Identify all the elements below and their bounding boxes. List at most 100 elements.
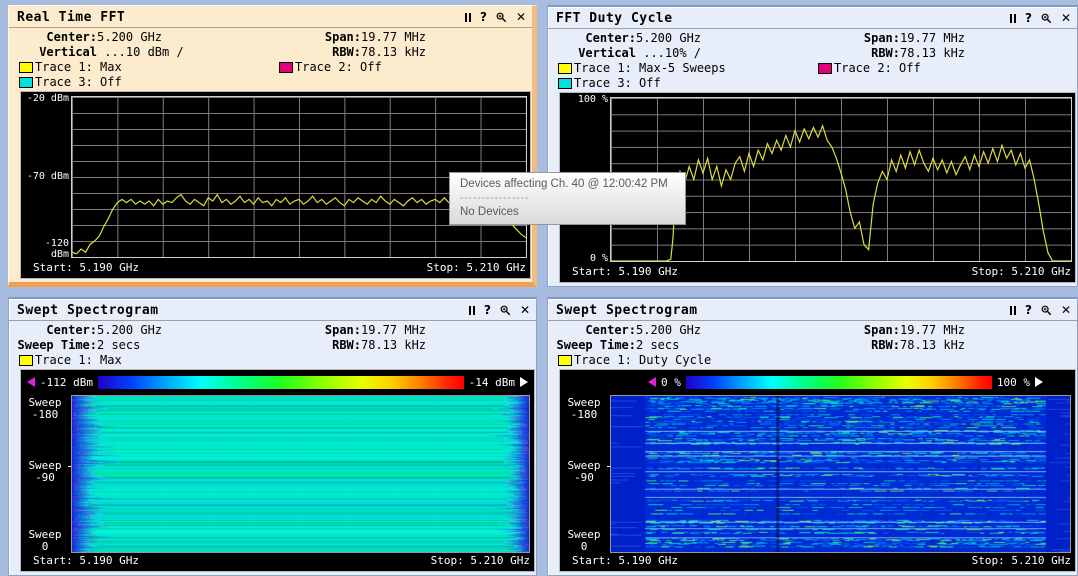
scale-min-label: 0 % — [661, 376, 681, 389]
x-axis-start-label: Start: 5.190 GHz — [33, 261, 139, 274]
panel-settings: Center:5.200 GHz Span:19.77 MHz Sweep Ti… — [548, 322, 1077, 368]
scale-min-arrow-icon[interactable] — [648, 377, 656, 387]
rbw-value: 78.13 kHz — [361, 338, 426, 353]
color-gradient — [98, 376, 464, 389]
vertical-value: ...10 dBm / — [97, 45, 184, 60]
panel-controls: ? ✕ — [465, 12, 526, 23]
span-label: Span: — [818, 323, 900, 338]
trace1-swatch[interactable] — [19, 355, 33, 366]
scale-max-arrow-icon[interactable] — [520, 377, 528, 387]
rbw-label: RBW: — [818, 338, 900, 353]
title-separator — [548, 28, 1077, 29]
panel-real-time-fft: Real Time FFT ? ✕ Center:5.200 GHz Span:… — [8, 5, 537, 287]
sweep-mid-label: Sweep-90 — [23, 460, 67, 484]
close-icon[interactable]: ✕ — [520, 305, 530, 315]
trace2-swatch[interactable] — [818, 63, 832, 74]
trace2-label: Trace 2: Off — [834, 61, 921, 76]
trace3-swatch[interactable] — [19, 77, 33, 88]
color-scale-bar[interactable]: -112 dBm -14 dBm — [21, 373, 534, 391]
x-axis-start-label: Start: 5.190 GHz — [572, 265, 678, 278]
panel-swept-spectrogram-duty: Swept Spectrogram ? ✕ Center:5.200 GHz S… — [547, 297, 1078, 576]
panel-titlebar: FFT Duty Cycle ? ✕ — [548, 7, 1077, 26]
spectrogram-chart[interactable]: 0 % 100 % Sweep-180 Sweep-90 Sweep0 Star… — [559, 369, 1076, 572]
x-axis-stop-label: Stop: 5.210 GHz — [972, 554, 1071, 567]
sweep-bottom-label: Sweep0 — [23, 529, 67, 553]
trace2-label: Trace 2: Off — [295, 60, 382, 75]
rbw-label: RBW: — [279, 338, 361, 353]
sweep-time-value: 2 secs — [636, 338, 679, 353]
sweep-mid-label: Sweep-90 — [562, 460, 606, 484]
trace3-label: Trace 3: Off — [35, 75, 122, 90]
spectrogram-plot-area[interactable] — [610, 395, 1071, 553]
tooltip-separator: ---------------- — [460, 192, 685, 205]
vertical-label: Vertical — [548, 46, 636, 61]
x-axis-start-label: Start: 5.190 GHz — [33, 554, 139, 567]
scale-min-label: -112 dBm — [40, 376, 93, 389]
panel-title: FFT Duty Cycle — [556, 11, 673, 26]
span-value: 19.77 MHz — [361, 323, 426, 338]
rbw-value: 78.13 kHz — [900, 338, 965, 353]
panel-titlebar: Swept Spectrogram ? ✕ — [548, 299, 1077, 318]
x-axis-start-label: Start: 5.190 GHz — [572, 554, 678, 567]
trace1-label: Trace 1: Max — [35, 353, 122, 368]
spectrogram-chart[interactable]: -112 dBm -14 dBm Sweep-180 Sweep-90 Swee… — [20, 369, 535, 572]
span-value: 19.77 MHz — [900, 323, 965, 338]
scale-max-arrow-icon[interactable] — [1035, 377, 1043, 387]
x-axis-stop-label: Stop: 5.210 GHz — [972, 265, 1071, 278]
pause-icon[interactable] — [469, 306, 475, 315]
x-axis-stop-label: Stop: 5.210 GHz — [431, 554, 530, 567]
y-axis-bottom-label: 0 % — [561, 253, 608, 264]
span-value: 19.77 MHz — [900, 31, 965, 46]
rbw-label: RBW: — [818, 46, 900, 61]
pause-icon[interactable] — [1010, 306, 1016, 315]
title-separator — [548, 320, 1077, 321]
pause-icon[interactable] — [1010, 14, 1016, 23]
center-label: Center: — [548, 31, 636, 46]
sweep-bottom-label: Sweep0 — [562, 529, 606, 553]
zoom-icon[interactable] — [1041, 13, 1052, 24]
spectrogram-plot-area[interactable] — [71, 395, 530, 553]
span-label: Span: — [818, 31, 900, 46]
y-axis-top-label: -20 dBm — [22, 93, 69, 104]
help-icon[interactable]: ? — [1025, 305, 1032, 315]
panel-title: Swept Spectrogram — [17, 303, 159, 318]
color-scale-bar[interactable]: 0 % 100 % — [560, 373, 1075, 391]
tooltip-title: Devices affecting Ch. 40 @ 12:00:42 PM — [460, 177, 685, 192]
trace1-swatch[interactable] — [19, 62, 33, 73]
help-icon[interactable]: ? — [484, 305, 491, 315]
span-value: 19.77 MHz — [361, 30, 426, 45]
zoom-icon[interactable] — [496, 12, 507, 23]
zoom-icon[interactable] — [1041, 305, 1052, 316]
panel-titlebar: Real Time FFT ? ✕ — [9, 6, 532, 25]
sweep-time-label: Sweep Time: — [548, 338, 636, 353]
sweep-time-value: 2 secs — [97, 338, 140, 353]
help-icon[interactable]: ? — [480, 12, 487, 22]
panel-controls: ? ✕ — [1010, 13, 1071, 24]
close-icon[interactable]: ✕ — [1061, 13, 1071, 23]
scale-max-label: 100 % — [997, 376, 1030, 389]
sweep-top-label: Sweep-180 — [23, 397, 67, 421]
close-icon[interactable]: ✕ — [1061, 305, 1071, 315]
panel-title: Real Time FFT — [17, 10, 125, 25]
scale-min-arrow-icon[interactable] — [27, 377, 35, 387]
close-icon[interactable]: ✕ — [516, 12, 526, 22]
pause-icon[interactable] — [465, 13, 471, 22]
devices-tooltip: Devices affecting Ch. 40 @ 12:00:42 PM -… — [449, 172, 686, 225]
center-value: 5.200 GHz — [97, 30, 162, 45]
vertical-label: Vertical — [9, 45, 97, 60]
panel-settings: Center:5.200 GHz Span:19.77 MHz Vertical… — [9, 29, 532, 90]
zoom-icon[interactable] — [500, 305, 511, 316]
sweep-top-label: Sweep-180 — [562, 397, 606, 421]
trace2-swatch[interactable] — [279, 62, 293, 73]
panel-settings: Center:5.200 GHz Span:19.77 MHz Sweep Ti… — [9, 322, 536, 368]
trace3-swatch[interactable] — [558, 78, 572, 89]
trace1-swatch[interactable] — [558, 63, 572, 74]
scale-max-label: -14 dBm — [469, 376, 515, 389]
trace1-swatch[interactable] — [558, 355, 572, 366]
help-icon[interactable]: ? — [1025, 13, 1032, 23]
vertical-value: ...10% / — [636, 46, 701, 61]
span-label: Span: — [279, 323, 361, 338]
panel-settings: Center:5.200 GHz Span:19.77 MHz Vertical… — [548, 30, 1077, 91]
panel-fft-duty-cycle: FFT Duty Cycle ? ✕ Center:5.200 GHz Span… — [547, 5, 1078, 287]
title-separator — [9, 320, 536, 321]
